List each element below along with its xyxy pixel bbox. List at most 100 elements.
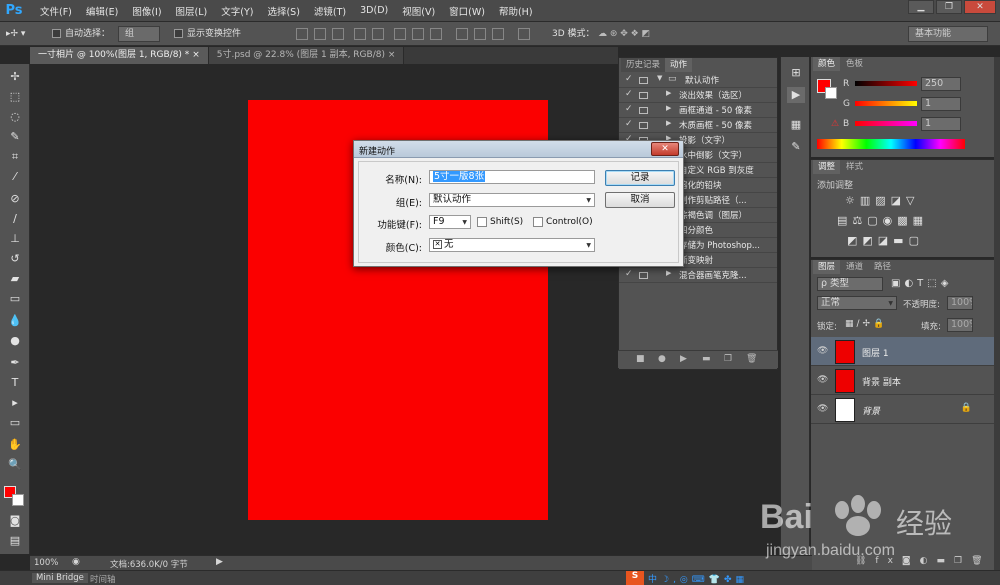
r-value[interactable]: 250 xyxy=(921,77,961,91)
move-tool-icon[interactable]: ▸✢ ▾ xyxy=(6,26,25,42)
cancel-button[interactable]: 取消 xyxy=(605,192,675,208)
menu-edit[interactable]: 编辑(E) xyxy=(86,4,118,18)
distribute-bottom-icon[interactable] xyxy=(430,28,442,40)
menu-help[interactable]: 帮助(H) xyxy=(499,4,533,18)
tab-color[interactable]: 颜色 xyxy=(813,57,841,71)
workspace-dropdown[interactable]: 基本功能 xyxy=(908,26,988,42)
record-button[interactable]: 记录 xyxy=(605,170,675,186)
layer-row[interactable]: 👁 背景 🔒 xyxy=(811,395,994,424)
ime-logo-icon[interactable]: S xyxy=(626,571,644,585)
expand-triangle-icon[interactable]: ▼ xyxy=(657,74,662,82)
menu-view[interactable]: 视图(V) xyxy=(402,4,435,18)
g-slider[interactable] xyxy=(855,101,917,106)
action-row[interactable]: ✓ ▶ 画框通道 - 50 像素 xyxy=(619,103,777,118)
clone-stamp-icon[interactable]: ⊥ xyxy=(7,232,23,246)
layer-row[interactable]: 👁 图层 1 xyxy=(811,337,994,366)
color-dropdown[interactable]: ✕ 无 xyxy=(429,238,595,252)
new-set-icon[interactable]: ▬ xyxy=(702,354,711,364)
auto-select-dropdown[interactable]: 组 xyxy=(118,26,160,42)
background-color-swatch[interactable] xyxy=(12,494,24,506)
trash-icon[interactable]: 🗑 xyxy=(746,354,757,364)
menu-file[interactable]: 文件(F) xyxy=(40,4,72,18)
adjustment-icons-row-2[interactable]: ▤⚖▢◉▩▦ xyxy=(837,214,928,227)
tab-styles[interactable]: 样式 xyxy=(841,160,868,174)
tab-paths[interactable]: 路径 xyxy=(869,260,896,274)
action-enabled-check[interactable]: ✓ xyxy=(625,74,635,84)
play-icon[interactable]: ▶ xyxy=(787,87,805,103)
menu-image[interactable]: 图像(I) xyxy=(132,4,161,18)
auto-align-icon[interactable] xyxy=(518,28,530,40)
expand-triangle-icon[interactable]: ▶ xyxy=(666,269,671,277)
action-name-input[interactable]: 5寸一版8张 xyxy=(429,170,595,184)
b-value[interactable]: 1 xyxy=(921,117,961,131)
eye-icon[interactable]: 👁 xyxy=(817,404,828,414)
quick-mask-icon[interactable]: ◙ xyxy=(7,514,23,528)
history-brush-icon[interactable]: ↺ xyxy=(7,252,23,266)
layer-row[interactable]: 👁 背景 副本 xyxy=(811,366,994,395)
minimize-icon[interactable]: ▁ xyxy=(908,0,934,14)
zoom-tool-icon[interactable]: 🔍 xyxy=(7,458,23,472)
ime-toolbar-icons[interactable]: 中☽,◎⌨👕✤▦ xyxy=(648,572,748,585)
zoom-level[interactable]: 100% xyxy=(34,558,58,568)
control-checkbox[interactable] xyxy=(533,217,543,227)
distribute-top-icon[interactable] xyxy=(394,28,406,40)
screen-mode-icon[interactable]: ▤ xyxy=(7,534,23,548)
quick-select-tool-icon[interactable]: ✎ xyxy=(7,130,23,144)
close-icon[interactable]: × xyxy=(388,50,396,60)
move-tool-icon[interactable]: ✢ xyxy=(7,70,23,84)
status-menu-icon[interactable]: ▶ xyxy=(216,557,223,567)
tab-history[interactable]: 历史记录 xyxy=(621,58,666,72)
brush-panel-icon[interactable]: ⊞ xyxy=(787,65,805,81)
blur-tool-icon[interactable]: 💧 xyxy=(7,314,23,328)
maximize-icon[interactable]: ❐ xyxy=(936,0,962,14)
function-key-dropdown[interactable]: F9 xyxy=(429,215,471,229)
fill-field[interactable]: 100% xyxy=(947,318,973,332)
tab-timeline[interactable]: 时间轴 xyxy=(90,573,116,585)
set-dropdown[interactable]: 默认动作 xyxy=(429,193,595,207)
crop-tool-icon[interactable]: ⌗ xyxy=(7,150,23,164)
action-enabled-check[interactable]: ✓ xyxy=(625,119,635,129)
type-tool-icon[interactable]: T xyxy=(7,376,23,390)
stop-icon[interactable]: ■ xyxy=(636,354,645,364)
action-enabled-check[interactable]: ✓ xyxy=(625,89,635,99)
close-icon[interactable]: ✕ xyxy=(964,0,996,14)
expand-triangle-icon[interactable]: ▶ xyxy=(666,104,671,112)
hand-tool-icon[interactable]: ✋ xyxy=(7,438,23,452)
action-enabled-check[interactable]: ✓ xyxy=(625,269,635,279)
healing-brush-icon[interactable]: ⊘ xyxy=(7,192,23,206)
eraser-tool-icon[interactable]: ▰ xyxy=(7,272,23,286)
dialog-toggle-icon[interactable] xyxy=(639,272,648,279)
tab-layers[interactable]: 图层 xyxy=(813,260,841,274)
tab-mini-bridge[interactable]: Mini Bridge xyxy=(32,573,88,583)
dialog-toggle-icon[interactable] xyxy=(639,107,648,114)
shift-checkbox[interactable] xyxy=(477,217,487,227)
tab-adjustments[interactable]: 调整 xyxy=(813,160,841,174)
pen-tool-icon[interactable]: ✒ xyxy=(7,356,23,370)
action-row[interactable]: ✓ ▶ 混合器画笔克隆... xyxy=(619,268,777,283)
brush-tool-icon[interactable]: ∕ xyxy=(7,212,23,226)
layer-kind-filter[interactable]: ρ 类型 xyxy=(817,277,883,291)
dodge-tool-icon[interactable]: ● xyxy=(7,334,23,348)
auto-select-checkbox[interactable]: 自动选择： xyxy=(52,26,110,42)
status-icon[interactable]: ◉ xyxy=(72,557,80,567)
blend-mode-dropdown[interactable]: 正常 xyxy=(817,296,897,310)
lasso-tool-icon[interactable]: ◌ xyxy=(7,110,23,124)
dialog-toggle-icon[interactable] xyxy=(639,122,648,129)
align-top-icon[interactable] xyxy=(296,28,308,40)
eye-icon[interactable]: 👁 xyxy=(817,375,828,385)
opacity-field[interactable]: 100% xyxy=(947,296,973,310)
dialog-toggle-icon[interactable] xyxy=(639,92,648,99)
distribute-left-icon[interactable] xyxy=(456,28,468,40)
eye-icon[interactable]: 👁 xyxy=(817,346,828,356)
tab-channels[interactable]: 通道 xyxy=(841,260,868,274)
tab-5inch-psd[interactable]: 5寸.psd @ 22.8% (图层 1 副本, RGB/8) × xyxy=(208,47,405,64)
history-panel-icon[interactable]: ✎ xyxy=(787,139,805,155)
align-middle-icon[interactable] xyxy=(314,28,326,40)
dialog-toggle-icon[interactable] xyxy=(639,77,648,84)
new-action-icon[interactable]: ❐ xyxy=(724,354,732,364)
distribute-center-icon[interactable] xyxy=(474,28,486,40)
expand-triangle-icon[interactable]: ▶ xyxy=(666,119,671,127)
b-slider[interactable] xyxy=(855,121,917,126)
adjustment-icons-row-3[interactable]: ◩◩◪▬▢ xyxy=(847,234,924,247)
action-row[interactable]: ✓ ▼ ▭ 默认动作 xyxy=(619,73,777,88)
